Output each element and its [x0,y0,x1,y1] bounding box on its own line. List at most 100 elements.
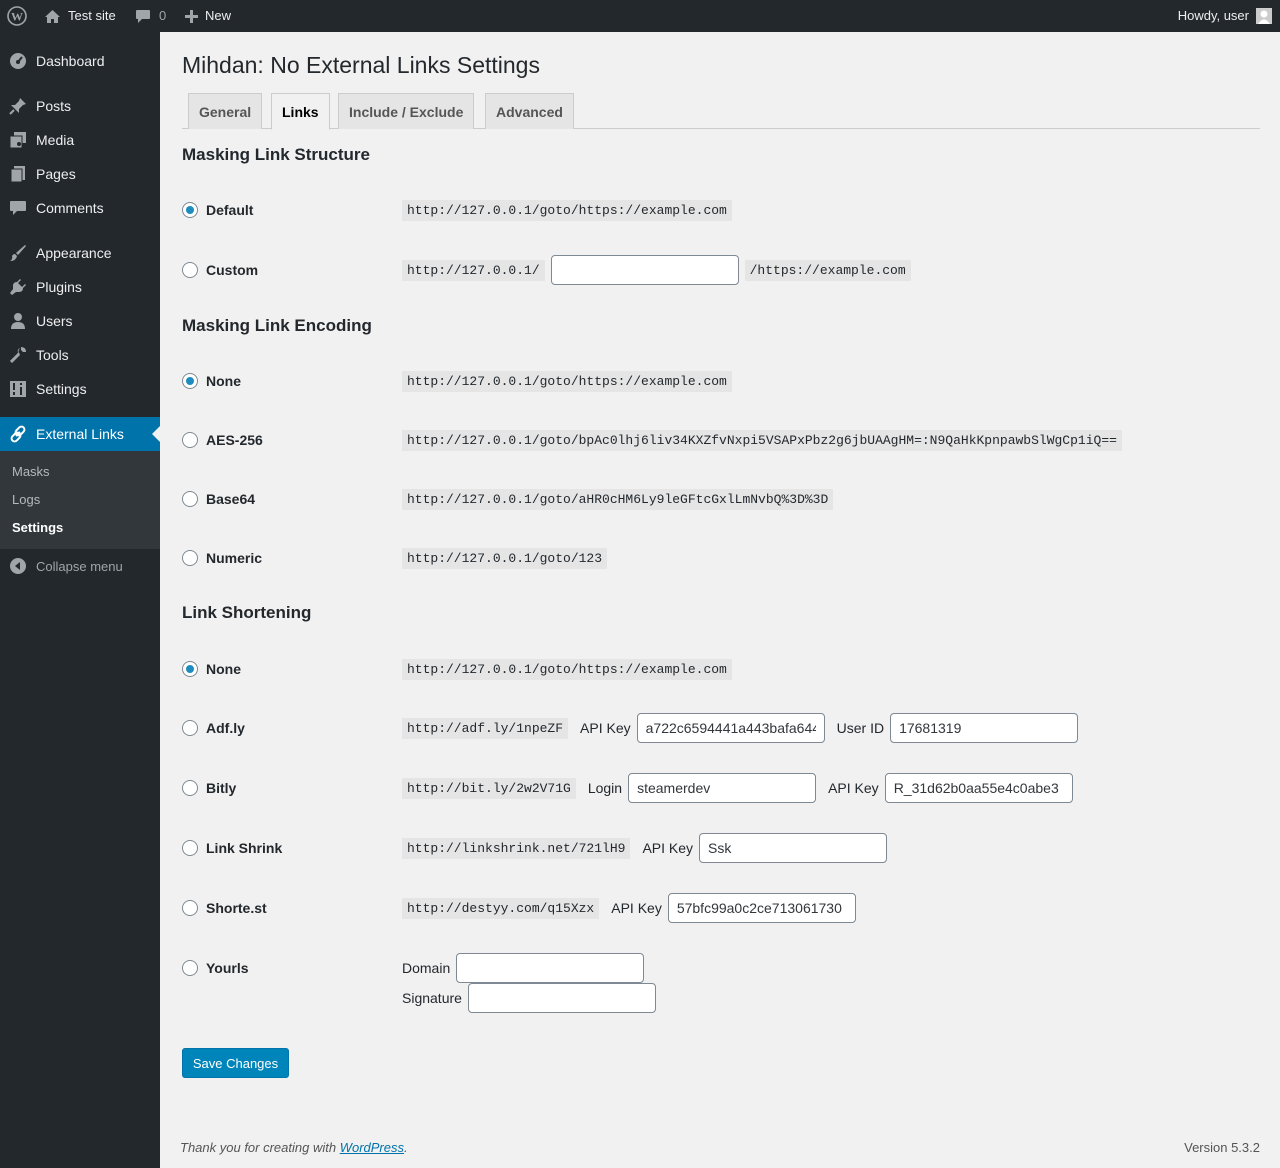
shortening-bitly-label[interactable]: Bitly [206,780,236,796]
yourls-signature-label: Signature [402,990,462,1006]
sidebar-item-media[interactable]: Media [0,123,160,157]
structure-custom-input[interactable] [550,255,739,285]
encoding-none-row: None http://127.0.0.1/goto/https://examp… [182,366,1260,396]
submenu-item-masks[interactable]: Masks [12,464,50,479]
encoding-base64-label[interactable]: Base64 [206,491,255,507]
sidebar-item-label: Media [36,132,75,148]
sidebar-item-pages[interactable]: Pages [0,157,160,191]
comments-count: 0 [159,8,167,23]
admin-bar: W Test site 0 New Howdy, user [0,0,1280,32]
encoding-aes-radio[interactable] [182,432,198,448]
shortening-adfly-label[interactable]: Adf.ly [206,720,245,736]
wrench-icon [0,346,36,364]
structure-custom-label[interactable]: Custom [206,262,258,278]
admin-sidebar: Dashboard Posts Media Pages Comments App… [0,32,160,1168]
adfly-user-id-input[interactable] [890,713,1079,743]
encoding-numeric-label[interactable]: Numeric [206,550,262,566]
sidebar-item-settings[interactable]: Settings [0,372,160,406]
sidebar-item-label: Plugins [36,279,82,295]
shortest-example: http://destyy.com/q15Xzx [402,897,600,919]
yourls-signature-input[interactable] [467,983,656,1013]
shortening-shortest-radio[interactable] [182,900,198,916]
encoding-base64-row: Base64 http://127.0.0.1/goto/aHR0cHM6Ly9… [182,484,1260,514]
sidebar-item-posts[interactable]: Posts [0,89,160,123]
shortening-none-radio[interactable] [182,661,198,677]
shortest-api-key-input[interactable] [667,893,856,923]
shortening-bitly-row: Bitly http://bit.ly/2w2V71G Login API Ke… [182,773,1260,803]
sidebar-item-comments[interactable]: Comments [0,191,160,225]
structure-custom-suffix: /https://example.com [744,259,911,281]
external-links-submenu: Masks Logs Settings [0,451,160,549]
submenu-item-settings[interactable]: Settings [12,520,63,535]
my-account-link[interactable]: Howdy, user [1178,0,1272,32]
section-heading-encoding: Masking Link Encoding [182,316,372,335]
submenu-item-logs[interactable]: Logs [12,492,40,507]
sidebar-item-label: Comments [36,200,104,216]
structure-default-label[interactable]: Default [206,202,253,218]
sidebar-item-dashboard[interactable]: Dashboard [0,44,160,78]
footer-thanks-suffix: . [404,1140,408,1155]
shortening-linkshrink-radio[interactable] [182,840,198,856]
structure-default-radio[interactable] [182,202,198,218]
comments-link[interactable]: 0 [135,0,166,32]
tab-advanced[interactable]: Advanced [485,93,574,129]
new-content-link[interactable]: New [185,0,231,32]
encoding-none-label[interactable]: None [206,373,241,389]
shortening-shortest-label[interactable]: Shorte.st [206,900,267,916]
adfly-api-key-input[interactable] [636,713,825,743]
shortening-yourls-label[interactable]: Yourls [206,960,249,976]
media-icon [0,131,36,149]
site-name-link[interactable]: Test site [44,0,116,32]
sidebar-item-appearance[interactable]: Appearance [0,236,160,270]
encoding-aes-label[interactable]: AES-256 [206,432,263,448]
pages-icon [0,165,36,183]
svg-text:W: W [11,10,23,24]
adfly-example: http://adf.ly/1npeZF [402,717,569,739]
tab-include-exclude[interactable]: Include / Exclude [338,93,475,129]
encoding-numeric-row: Numeric http://127.0.0.1/goto/123 [182,543,1260,573]
shortening-adfly-radio[interactable] [182,720,198,736]
new-label: New [205,8,232,23]
shortening-linkshrink-label[interactable]: Link Shrink [206,840,282,856]
yourls-domain-input[interactable] [456,953,645,983]
structure-custom-radio[interactable] [182,262,198,278]
sidebar-item-external-links[interactable]: External Links [0,417,160,451]
wordpress-logo-icon[interactable]: W [7,0,27,32]
sidebar-item-label: Tools [36,347,69,363]
sidebar-item-users[interactable]: Users [0,304,160,338]
sidebar-item-tools[interactable]: Tools [0,338,160,372]
yourls-domain-label: Domain [402,960,451,976]
tab-general[interactable]: General [188,93,263,129]
wordpress-link[interactable]: WordPress [340,1140,404,1155]
collapse-menu-button[interactable]: Collapse menu [0,552,160,580]
bitly-api-key-label: API Key [828,780,879,796]
shortening-linkshrink-row: Link Shrink http://linkshrink.net/721lH9… [182,833,1260,863]
sidebar-item-label: Dashboard [36,53,105,69]
bitly-login-input[interactable] [628,773,817,803]
structure-default-row: Default http://127.0.0.1/goto/https://ex… [182,195,1260,225]
avatar [1256,8,1272,24]
sidebar-item-plugins[interactable]: Plugins [0,270,160,304]
encoding-base64-radio[interactable] [182,491,198,507]
current-menu-arrow [152,426,160,442]
save-changes-button[interactable]: Save Changes [182,1048,289,1078]
shortening-adfly-row: Adf.ly http://adf.ly/1npeZF API Key User… [182,713,1260,743]
bitly-api-key-input[interactable] [884,773,1073,803]
shortening-none-label[interactable]: None [206,661,241,677]
howdy-text: Howdy, user [1177,8,1249,23]
encoding-numeric-example: http://127.0.0.1/goto/123 [402,547,608,569]
shortening-bitly-radio[interactable] [182,780,198,796]
bitly-login-label: Login [587,780,623,796]
shortening-none-row: None http://127.0.0.1/goto/https://examp… [182,654,1260,684]
link-icon [0,425,36,443]
linkshrink-api-key-label: API Key [642,840,694,856]
linkshrink-api-key-input[interactable] [699,833,888,863]
adfly-api-key-label: API Key [580,720,631,736]
structure-custom-row: Custom http://127.0.0.1/ /https://exampl… [182,255,1260,285]
shortening-yourls-radio[interactable] [182,960,198,976]
footer-thanks-prefix: Thank you for creating with [180,1140,340,1155]
encoding-numeric-radio[interactable] [182,550,198,566]
encoding-none-radio[interactable] [182,373,198,389]
tab-links[interactable]: Links [271,93,330,130]
encoding-none-example: http://127.0.0.1/goto/https://example.co… [402,370,732,392]
